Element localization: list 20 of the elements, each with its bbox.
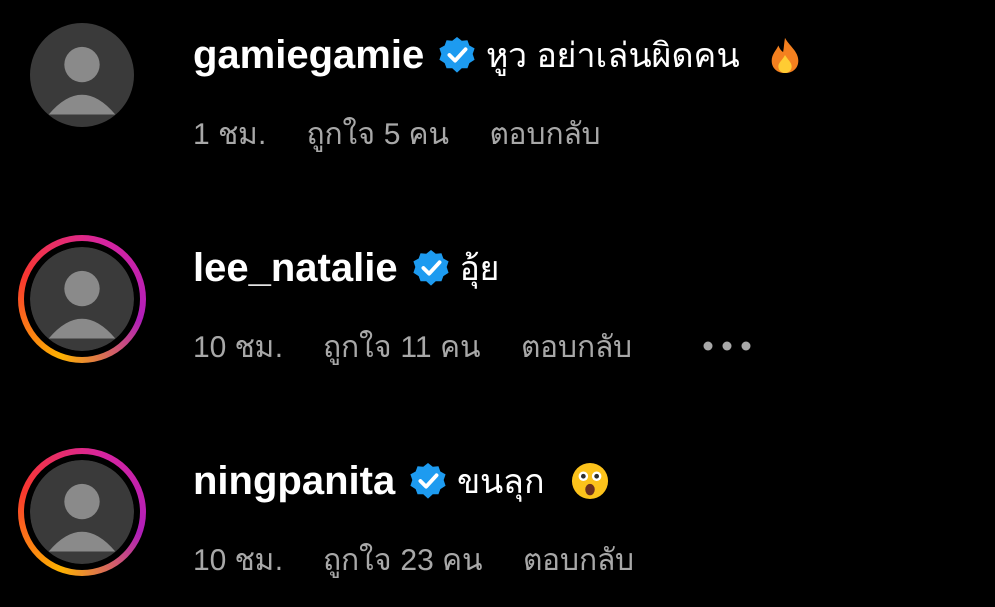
comment-text: หูว อย่าเล่นผิดคน	[486, 36, 740, 78]
comment-time: 10 ชม.	[193, 542, 284, 578]
likes-count[interactable]: ถูกใจ 5 คน	[306, 110, 450, 156]
username[interactable]: lee_natalie	[193, 246, 398, 290]
reply-link[interactable]: ตอบกลับ	[520, 322, 632, 370]
comment-text: ขนลุก	[457, 462, 546, 504]
more-icon[interactable]	[702, 340, 752, 352]
likes-count[interactable]: ถูกใจ 23 คน	[323, 536, 484, 582]
likes-count[interactable]: ถูกใจ 11 คน	[323, 322, 481, 370]
reply-link[interactable]: ตอบกลับ	[523, 536, 634, 582]
username[interactable]: gamiegamie	[193, 32, 424, 78]
astonished-face-icon	[571, 462, 610, 500]
username[interactable]: ningpanita	[193, 458, 396, 504]
avatar[interactable]	[24, 241, 140, 357]
avatar[interactable]	[24, 454, 140, 570]
comment-text: อุ้ย	[460, 249, 500, 291]
avatar[interactable]	[30, 23, 134, 127]
comment-time: 1 ชม.	[193, 116, 266, 152]
reply-link[interactable]: ตอบกลับ	[490, 110, 601, 156]
comment-time: 10 ชม.	[193, 330, 284, 366]
